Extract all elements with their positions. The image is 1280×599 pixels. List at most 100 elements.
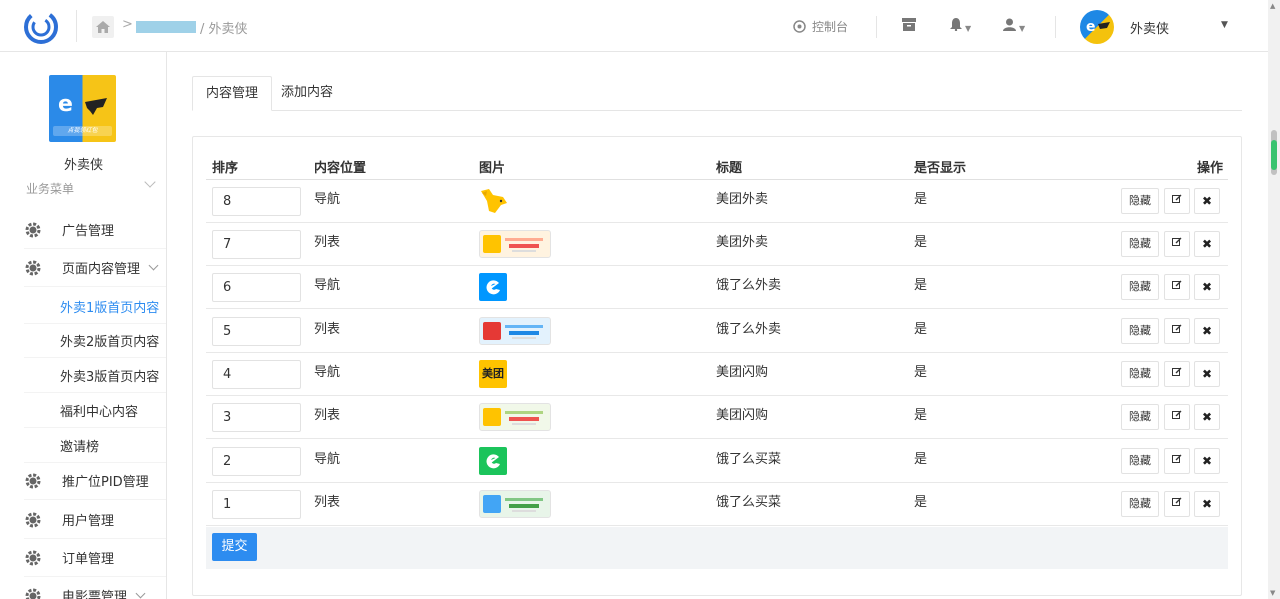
sidebar-sub-item-invite-rank[interactable]: 邀请榜 [24,428,166,463]
position-cell: 列表 [314,235,341,250]
sidebar-item-label: 页面内容管理 [62,262,141,277]
delete-icon[interactable]: ✖ [1194,491,1220,517]
hide-button[interactable]: 隐藏 [1121,188,1159,214]
delete-icon[interactable]: ✖ [1194,274,1220,300]
sidebar-item-label: 广告管理 [62,224,115,239]
eleme-maicai-banner [479,490,551,518]
eleme-logo [479,273,507,305]
sidebar-sub-item-waimai-2[interactable]: 外卖2版首页内容 [24,323,166,358]
table-row: 5 列表 饿了么外卖 是 隐藏 ✖ [206,310,1228,353]
visible-cell: 是 [914,235,928,250]
hide-button[interactable]: 隐藏 [1121,361,1159,387]
sort-input[interactable]: 6 [212,273,301,302]
sort-input[interactable]: 2 [212,447,301,476]
table-header: 排序 内容位置 图片 标题 是否显示 操作 [206,150,1228,180]
eleme-maicai-logo [479,447,507,479]
delete-icon[interactable]: ✖ [1194,318,1220,344]
sort-input[interactable]: 8 [212,187,301,216]
edit-icon[interactable] [1164,231,1190,257]
sidebar-sub-item-waimai-3[interactable]: 外卖3版首页内容 [24,358,166,393]
sort-input[interactable]: 3 [212,403,301,432]
visible-cell: 是 [914,192,928,207]
table-row: 8 导航 美团外卖 是 隐藏 ✖ [206,180,1228,223]
hide-button[interactable]: 隐藏 [1121,318,1159,344]
delete-icon[interactable]: ✖ [1194,188,1220,214]
meituan-logo-text: 美团 [479,360,507,388]
hide-button[interactable]: 隐藏 [1121,231,1159,257]
avatar[interactable]: e [1080,10,1114,44]
title-cell: 饿了么买菜 [716,495,782,510]
position-cell: 列表 [314,408,341,423]
breadcrumb-separator-icon: > [122,17,133,32]
title-cell: 饿了么外卖 [716,278,782,293]
edit-icon[interactable] [1164,404,1190,430]
page-scrollbar[interactable]: ▲ ▼ [1268,0,1280,599]
home-icon[interactable] [92,16,114,38]
edit-icon[interactable] [1164,318,1190,344]
delete-icon[interactable]: ✖ [1194,448,1220,474]
submit-button[interactable]: 提交 [212,533,257,561]
chevron-down-icon[interactable]: ▼ [1221,20,1228,30]
tab-content-management[interactable]: 内容管理 [192,76,273,111]
hide-button[interactable]: 隐藏 [1121,404,1159,430]
edit-icon[interactable] [1164,274,1190,300]
scroll-up-icon[interactable]: ▲ [1270,2,1275,10]
sidebar-item-pid[interactable]: 推广位PID管理 [24,462,166,500]
edit-icon[interactable] [1164,188,1190,214]
sidebar-item-page-content[interactable]: 页面内容管理 [24,249,166,287]
sidebar-item-label: 用户管理 [62,514,115,529]
column-header-position: 内容位置 [314,161,367,176]
sort-input[interactable]: 5 [212,317,301,346]
logo-tag: 点我领红包 [53,126,112,136]
scroll-indicator [1271,140,1277,170]
table-footer: 提交 [206,527,1228,569]
delete-icon[interactable]: ✖ [1194,361,1220,387]
chevron-down-icon[interactable] [144,176,156,188]
sidebar-item-users[interactable]: 用户管理 [24,501,166,539]
table-row: 6 导航 饿了么外卖 是 隐藏 ✖ [206,266,1228,309]
delete-icon[interactable]: ✖ [1194,404,1220,430]
hide-button[interactable]: 隐藏 [1121,274,1159,300]
position-cell: 导航 [314,452,341,467]
edit-icon[interactable] [1164,361,1190,387]
sidebar-sub-item-waimai-1[interactable]: 外卖1版首页内容 [24,289,166,324]
sidebar-app-name: 外卖侠 [63,158,103,173]
meituan-text-logo: 美团 [479,360,507,388]
sort-input[interactable]: 4 [212,360,301,389]
speedometer-icon [793,20,806,33]
tab-add-content[interactable]: 添加内容 [268,76,346,111]
sidebar-item-movie-tickets[interactable]: 电影票管理 [24,577,166,599]
sidebar-item-orders[interactable]: 订单管理 [24,539,166,577]
sort-input[interactable]: 7 [212,230,301,259]
position-cell: 列表 [314,495,341,510]
notification-bell-icon[interactable]: ▼ [950,18,971,35]
hide-button[interactable]: 隐藏 [1121,448,1159,474]
gear-icon [24,221,42,239]
edit-icon[interactable] [1164,448,1190,474]
app-logo-icon[interactable] [22,8,60,46]
position-cell: 导航 [314,192,341,207]
divider [1055,16,1056,38]
console-link[interactable]: 控制台 [793,18,848,35]
visible-cell: 是 [914,408,928,423]
user-menu-icon[interactable]: ▼ [1003,18,1025,35]
top-divider [76,10,77,42]
user-name[interactable]: 外卖侠 [1130,18,1169,37]
title-cell: 美团闪购 [716,408,769,423]
archive-icon[interactable] [902,18,916,35]
sidebar-sub-item-welfare[interactable]: 福利中心内容 [24,393,166,428]
delete-icon[interactable]: ✖ [1194,231,1220,257]
gear-icon [24,587,42,599]
meituan-shangou-banner [479,403,551,431]
console-label: 控制台 [812,20,849,34]
hide-button[interactable]: 隐藏 [1121,491,1159,517]
edit-icon[interactable] [1164,491,1190,517]
sort-input[interactable]: 1 [212,490,301,519]
sidebar-item-ads[interactable]: 广告管理 [24,211,166,249]
gear-icon [24,259,42,277]
scroll-down-icon[interactable]: ▼ [1270,589,1275,597]
column-header-actions: 操作 [1197,161,1224,176]
table-row: 2 导航 饿了么买菜 是 隐藏 ✖ [206,440,1228,483]
position-cell: 列表 [314,322,341,337]
title-cell: 饿了么外卖 [716,322,782,337]
